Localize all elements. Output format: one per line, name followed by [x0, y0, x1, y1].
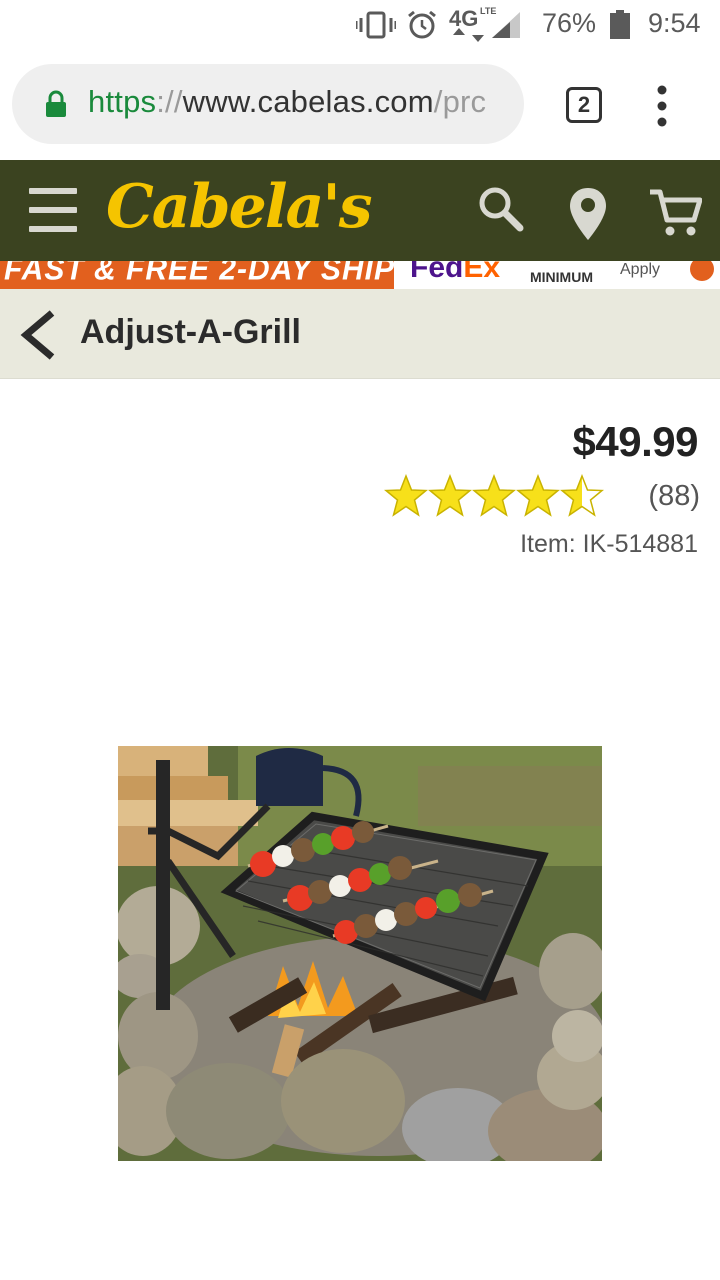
url-host: www.cabelas.com	[182, 84, 434, 119]
product-image[interactable]	[118, 746, 602, 1161]
status-bar: 4G LTE 76% 9:54	[0, 0, 720, 50]
battery-percent: 76%	[542, 8, 597, 38]
apply-label: Apply	[620, 261, 661, 278]
cart-icon[interactable]	[648, 188, 702, 238]
promo-banner[interactable]: FAST & FREE 2-DAY SHIPPING FedEx MINIMUM…	[0, 261, 720, 289]
url-scheme: https	[88, 84, 157, 119]
tab-switcher-button[interactable]: 2	[566, 87, 602, 123]
page-title: Adjust-A-Grill	[80, 313, 301, 351]
product-rating[interactable]: (88)	[384, 474, 700, 520]
lock-icon	[46, 90, 66, 117]
star-full-icon	[472, 474, 516, 517]
alarm-icon	[408, 10, 436, 39]
star-half-icon	[560, 474, 604, 517]
signal-icon	[492, 12, 520, 38]
minimum-label: MINIMUM	[530, 269, 593, 285]
location-pin-icon[interactable]	[568, 186, 608, 242]
star-full-icon	[516, 474, 560, 517]
clock: 9:54	[648, 8, 701, 38]
star-full-icon	[384, 474, 428, 517]
review-count[interactable]: (88)	[648, 480, 700, 513]
overflow-menu-icon[interactable]	[652, 84, 672, 128]
item-number: Item: IK-514881	[520, 530, 698, 558]
data-arrows-icon	[453, 28, 484, 42]
fedex-logo: FedEx	[410, 261, 501, 284]
shipping-promo: FAST & FREE 2-DAY SHIPPING	[0, 261, 394, 289]
promo-arrow-icon	[690, 261, 714, 281]
vibrate-icon	[356, 11, 396, 39]
menu-icon[interactable]	[29, 186, 77, 234]
battery-icon	[610, 10, 630, 39]
url-path: /prc	[433, 84, 487, 119]
shipping-promo-text: FAST & FREE 2-DAY SHIPPING	[4, 261, 394, 287]
product-price: $49.99	[572, 418, 699, 465]
fedex-promo: FedEx MINIMUM Apply	[394, 261, 720, 289]
search-icon[interactable]	[476, 184, 524, 232]
breadcrumb: Adjust-A-Grill	[0, 289, 720, 379]
back-chevron-icon[interactable]	[18, 309, 58, 361]
star-full-icon	[428, 474, 472, 517]
site-header: Cabela's	[0, 160, 720, 261]
browser-toolbar: https://www.cabelas.com/prc 2	[0, 50, 720, 160]
address-bar[interactable]: https://www.cabelas.com/prc	[12, 64, 524, 144]
url-text: https://www.cabelas.com/prc	[88, 84, 486, 120]
cabelas-logo[interactable]: Cabela's	[106, 172, 373, 242]
url-separator: ://	[156, 84, 183, 119]
